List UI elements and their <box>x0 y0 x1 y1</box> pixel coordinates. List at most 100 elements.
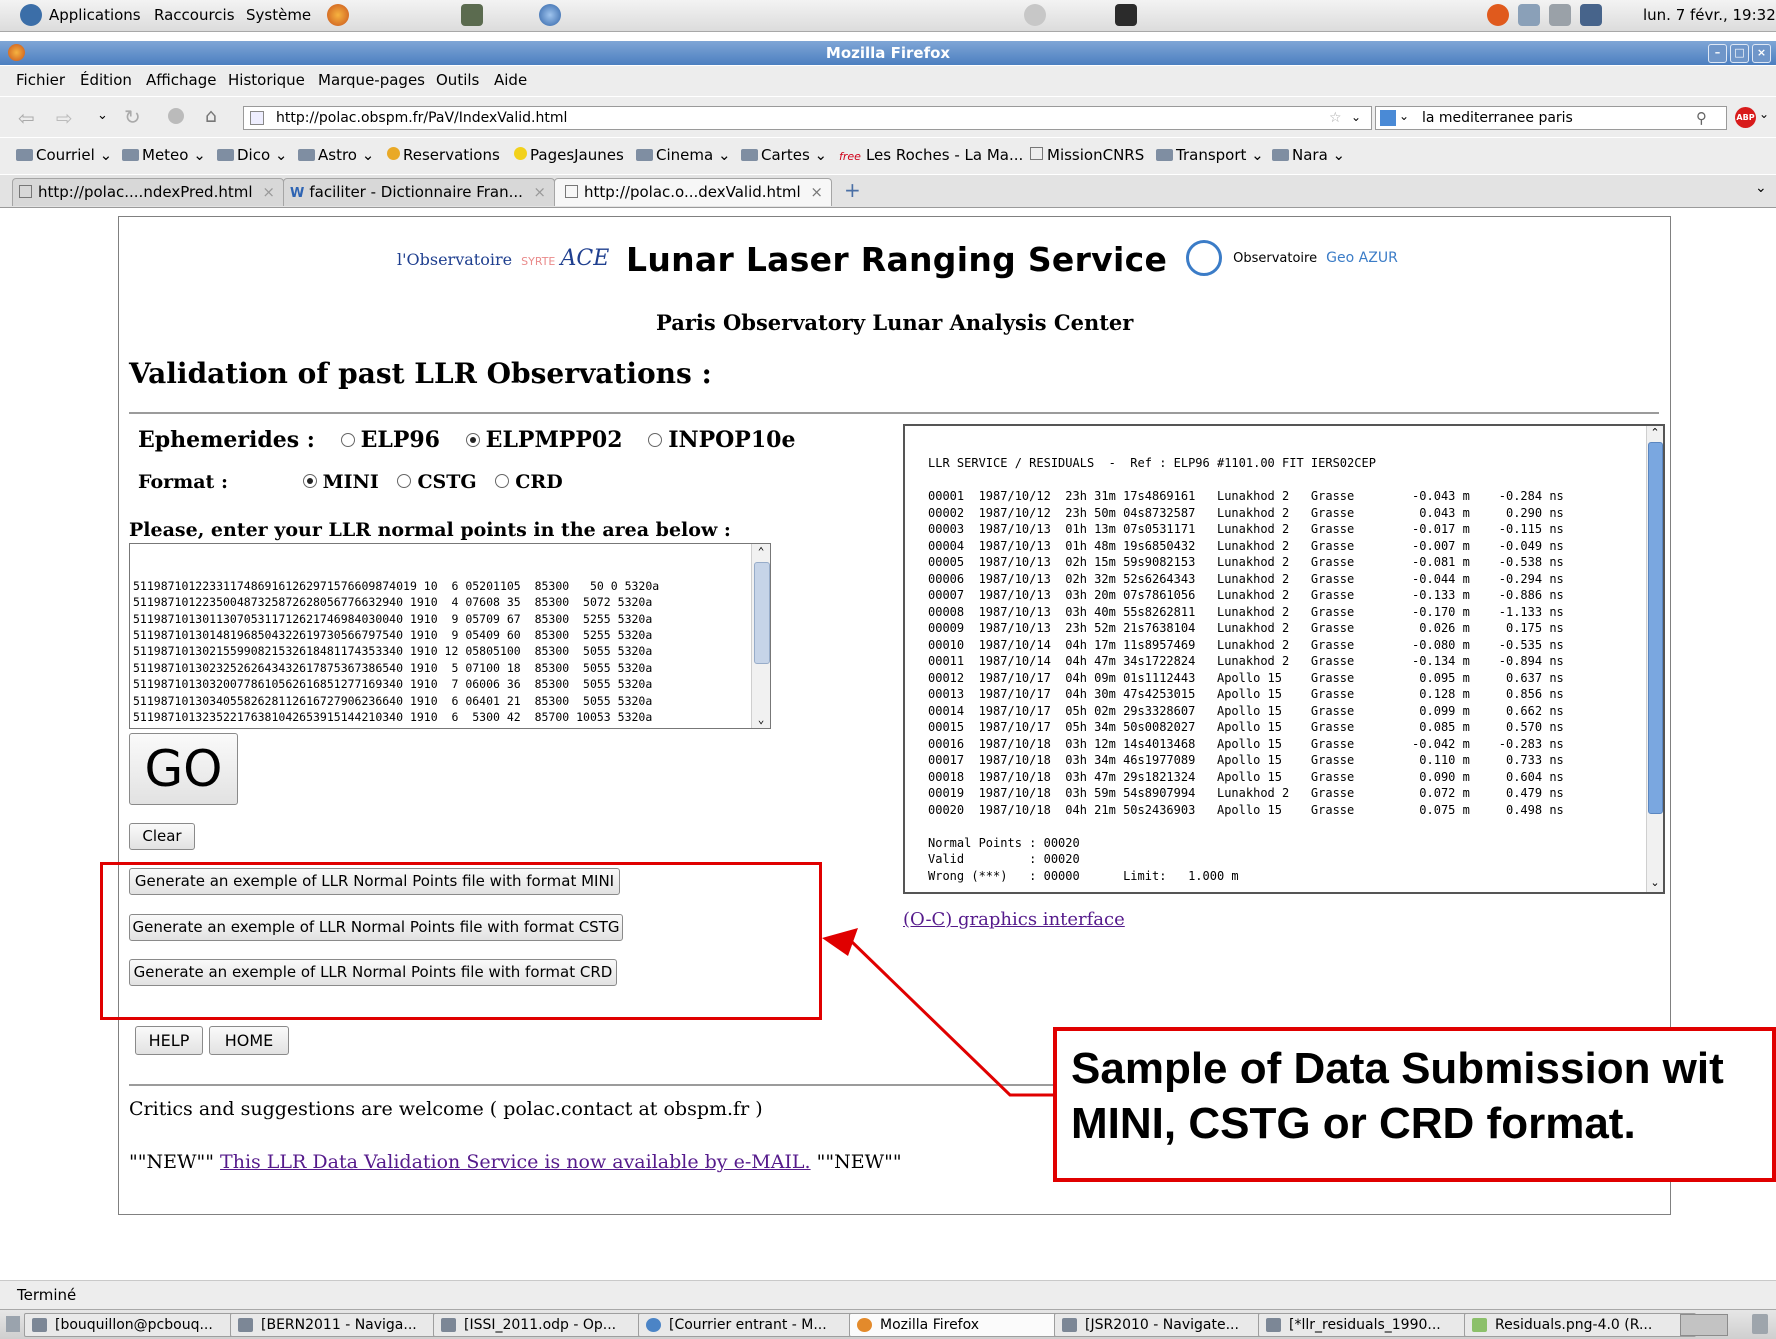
bookmark-courriel[interactable]: Courriel ⌄ <box>16 146 112 164</box>
task-firefox[interactable]: Mozilla Firefox <box>849 1313 1081 1337</box>
display-icon[interactable] <box>1580 4 1602 26</box>
url-bar[interactable]: http://polac.obspm.fr/PaV/IndexValid.htm… <box>243 106 1372 130</box>
network-status-icon[interactable] <box>1518 4 1540 26</box>
bookmark-astro[interactable]: Astro ⌄ <box>298 146 374 164</box>
bookmark-nara[interactable]: Nara ⌄ <box>1272 146 1345 164</box>
results-scrollbar[interactable]: ⌃ ⌄ <box>1646 426 1663 892</box>
cstg-radio[interactable] <box>397 474 412 488</box>
go-button[interactable]: GO <box>129 733 238 805</box>
show-desktop-icon[interactable] <box>6 1316 20 1332</box>
refresh-applet-icon[interactable] <box>1024 4 1046 26</box>
back-icon[interactable]: ⇦ <box>18 106 35 130</box>
firefox-launcher-icon[interactable] <box>327 4 349 26</box>
mini-radio[interactable] <box>302 474 317 488</box>
home-button[interactable]: HOME <box>209 1026 289 1055</box>
close-icon[interactable]: × <box>1752 44 1771 63</box>
elpmpp02-label[interactable]: ELPMPP02 <box>486 427 623 453</box>
tab-close-icon[interactable]: × <box>533 179 546 206</box>
task-courrier[interactable]: [Courrier entrant - M... <box>638 1313 875 1337</box>
new-tab-icon[interactable]: + <box>844 178 861 202</box>
tab-indexvalid[interactable]: http://polac.o...dexValid.html × <box>554 178 832 206</box>
search-box[interactable]: ⌄ la mediterranee paris ⚲ <box>1375 106 1727 130</box>
applications-menu[interactable]: Applications <box>49 6 141 24</box>
history-dropdown-icon[interactable]: ⌄ <box>97 108 108 123</box>
stop-icon[interactable] <box>168 108 184 124</box>
scroll-thumb[interactable] <box>1648 442 1663 814</box>
bookmark-transport[interactable]: Transport ⌄ <box>1156 146 1264 164</box>
menu-affichage[interactable]: Affichage <box>146 71 216 89</box>
terminal-launcher-icon[interactable] <box>1115 4 1137 26</box>
tab-indexpred[interactable]: http://polac....ndexPred.html × <box>12 178 284 206</box>
inpop10e-label[interactable]: INPOP10e <box>668 427 795 453</box>
task-issi[interactable]: [ISSI_2011.odp - Op... <box>433 1313 664 1337</box>
reload-icon[interactable]: ↻ <box>124 105 141 129</box>
bookmark-meteo[interactable]: Meteo ⌄ <box>122 146 206 164</box>
scroll-thumb[interactable] <box>754 562 770 664</box>
menu-fichier[interactable]: Fichier <box>16 71 65 89</box>
search-engine-icon[interactable] <box>1380 110 1396 126</box>
task-llr-residuals[interactable]: [*llr_residuals_1990... <box>1258 1313 1490 1337</box>
cstg-label[interactable]: CSTG <box>417 471 476 493</box>
crd-label[interactable]: CRD <box>515 471 562 493</box>
scroll-down-icon[interactable]: ⌄ <box>752 712 770 728</box>
tab-faciliter[interactable]: Wfaciliter - Dictionnaire Fran... × <box>283 178 555 206</box>
crd-radio[interactable] <box>495 474 510 488</box>
tab-close-icon[interactable]: × <box>810 179 823 206</box>
window-menu-icon[interactable] <box>8 44 25 61</box>
adblock-icon[interactable]: ABP <box>1735 107 1756 128</box>
calculator-launcher-icon[interactable] <box>461 4 483 26</box>
window-titlebar[interactable]: Mozilla Firefox – □ × <box>0 41 1776 65</box>
site-identity-icon[interactable] <box>250 111 264 125</box>
search-engine-dropdown-icon[interactable]: ⌄ <box>1399 105 1409 127</box>
bookmark-pagesjaunes[interactable]: PagesJaunes <box>514 146 624 164</box>
results-panel[interactable]: LLR SERVICE / RESIDUALS - Ref : ELP96 #1… <box>903 424 1665 894</box>
menu-outils[interactable]: Outils <box>436 71 479 89</box>
normal-points-textarea[interactable]: 5119871012233117486916126297157660987401… <box>129 543 771 729</box>
network-launcher-icon[interactable] <box>539 4 561 26</box>
scroll-up-icon[interactable]: ⌃ <box>752 544 770 560</box>
workspace-switcher-icon[interactable] <box>1680 1314 1728 1336</box>
clock[interactable]: lun. 7 févr., 19:32 <box>1643 6 1776 24</box>
menu-historique[interactable]: Historique <box>228 71 305 89</box>
update-alert-icon[interactable] <box>1487 4 1509 26</box>
tab-close-icon[interactable]: × <box>262 179 275 206</box>
clear-button[interactable]: Clear <box>129 823 195 850</box>
textarea-scrollbar[interactable]: ⌃ ⌄ <box>751 544 770 728</box>
adblock-dropdown-icon[interactable]: ⌄ <box>1759 107 1769 121</box>
url-dropdown-icon[interactable]: ⌄ <box>1351 106 1361 128</box>
email-service-link[interactable]: This LLR Data Validation Service is now … <box>220 1151 811 1173</box>
task-terminal[interactable]: [bouquillon@pcbouq... <box>24 1313 256 1337</box>
elp96-radio[interactable] <box>340 433 355 447</box>
trash-icon[interactable] <box>1752 1314 1768 1334</box>
inpop10e-radio[interactable] <box>648 433 663 447</box>
minimize-icon[interactable]: – <box>1708 44 1727 63</box>
bookmark-missioncnrs[interactable]: MissionCNRS <box>1030 146 1144 164</box>
bookmark-les-roches[interactable]: free Les Roches - La Ma... <box>839 146 1023 164</box>
search-go-icon[interactable]: ⚲ <box>1696 107 1707 129</box>
elpmpp02-radio[interactable] <box>465 433 480 447</box>
task-bern[interactable]: [BERN2011 - Naviga... <box>230 1313 460 1337</box>
task-residuals-png[interactable]: Residuals.png-4.0 (R... <box>1464 1313 1696 1337</box>
home-icon[interactable]: ⌂ <box>205 105 217 127</box>
task-jsr2010[interactable]: [JSR2010 - Navigate... <box>1054 1313 1284 1337</box>
gnome-foot-icon[interactable] <box>20 4 42 26</box>
maximize-icon[interactable]: □ <box>1730 44 1749 63</box>
help-button[interactable]: HELP <box>135 1026 203 1055</box>
bookmark-cartes[interactable]: Cartes ⌄ <box>741 146 827 164</box>
forward-icon[interactable]: ⇨ <box>56 106 73 130</box>
bookmark-reservations[interactable]: Reservations <box>387 146 500 164</box>
bookmark-dico[interactable]: Dico ⌄ <box>217 146 288 164</box>
menu-marque-pages[interactable]: Marque-pages <box>318 71 425 89</box>
volume-icon[interactable] <box>1549 4 1571 26</box>
raccourcis-menu[interactable]: Raccourcis <box>154 6 235 24</box>
systeme-menu[interactable]: Système <box>246 6 311 24</box>
elp96-label[interactable]: ELP96 <box>361 427 440 453</box>
menu-edition[interactable]: Édition <box>80 71 132 89</box>
bookmark-cinema[interactable]: Cinema ⌄ <box>636 146 731 164</box>
bookmark-star-icon[interactable]: ☆ <box>1329 107 1342 129</box>
menu-aide[interactable]: Aide <box>494 71 527 89</box>
scroll-down-icon[interactable]: ⌄ <box>1647 876 1663 892</box>
mini-label[interactable]: MINI <box>323 471 379 493</box>
scroll-up-icon[interactable]: ⌃ <box>1647 426 1663 442</box>
tab-list-icon[interactable]: ⌄ <box>1755 180 1767 196</box>
